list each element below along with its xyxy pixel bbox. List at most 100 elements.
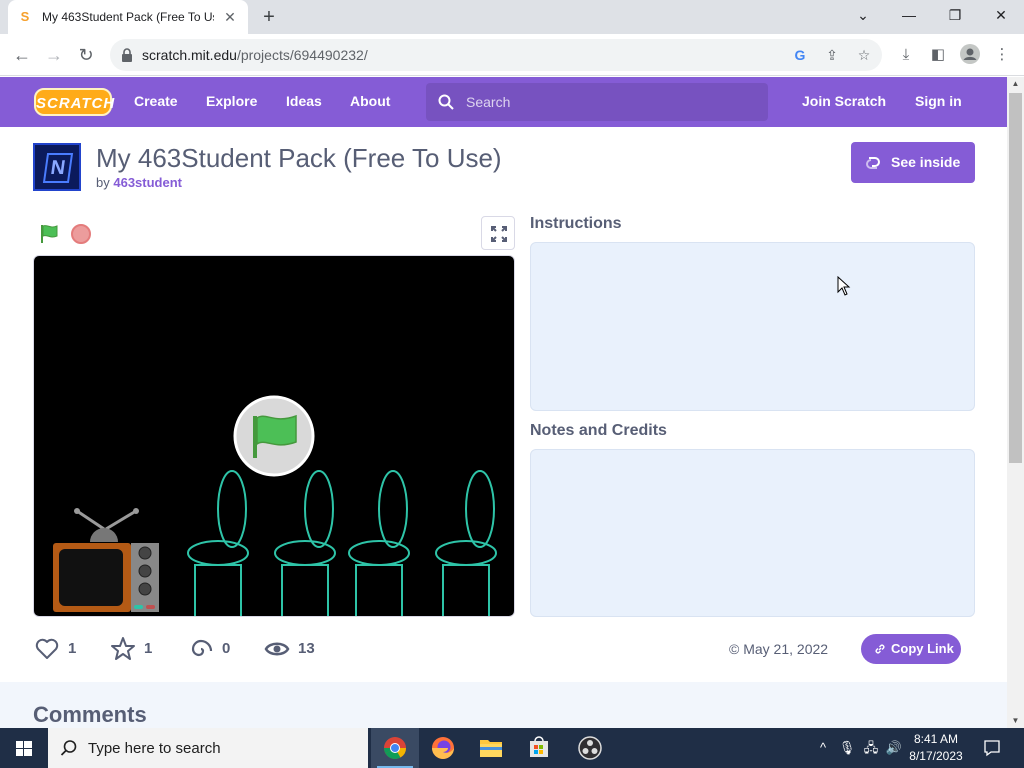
clock-time: 8:41 AM (913, 732, 959, 746)
volume-icon[interactable]: 🔊 (884, 728, 904, 768)
copy-link-button[interactable]: Copy Link (861, 634, 961, 664)
fullscreen-icon (491, 226, 507, 242)
tab-search-chevron-icon[interactable]: ⌄ (840, 0, 886, 30)
close-window-button[interactable]: ✕ (978, 0, 1024, 30)
scratch-favicon-icon: S (20, 9, 30, 24)
lock-icon[interactable] (120, 47, 134, 63)
close-tab-icon[interactable]: ✕ (222, 9, 238, 25)
instructions-box (530, 242, 975, 411)
mouse-cursor-icon (837, 276, 851, 296)
eye-icon (264, 642, 290, 656)
author-link[interactable]: 463student (113, 175, 182, 190)
notes-heading: Notes and Credits (530, 422, 667, 439)
taskbar-obs[interactable] (566, 728, 614, 768)
comments-heading: Comments (33, 702, 147, 727)
taskbar-chrome[interactable] (371, 728, 419, 768)
address-bar[interactable]: scratch.mit.edu/projects/694490232/ G ⇪ … (110, 39, 882, 71)
comments-section: Comments (0, 682, 1007, 728)
microphone-icon[interactable]: 🎙 (838, 728, 856, 768)
firefox-icon (432, 737, 454, 759)
back-button[interactable]: ← (10, 43, 34, 67)
page-scrollbar[interactable]: ▲ ▼ (1007, 77, 1024, 728)
network-icon[interactable]: 🖧 (860, 728, 882, 768)
taskbar-clock[interactable]: 8:41 AM 8/17/2023 (904, 731, 968, 765)
fullscreen-button[interactable] (481, 216, 515, 250)
link-icon (875, 644, 885, 654)
nav-explore[interactable]: Explore (206, 93, 257, 109)
windows-taskbar: Type here to search ^ 🎙 🖧 🔊 8:41 AM 8/17… (0, 728, 1024, 768)
restore-button[interactable]: ❐ (932, 0, 978, 30)
tv-sprite (53, 508, 159, 612)
remix-spiral-icon (191, 639, 213, 657)
minimize-button[interactable]: — (886, 0, 932, 30)
heart-icon (35, 638, 59, 659)
taskbar-store[interactable] (515, 728, 563, 768)
remix-arrows-icon (866, 157, 880, 169)
share-icon[interactable]: ⇪ (822, 45, 842, 65)
nav-create[interactable]: Create (134, 93, 178, 109)
google-icon[interactable]: G (790, 45, 810, 65)
search-placeholder: Search (466, 94, 511, 110)
windows-logo-icon (16, 741, 32, 756)
author-avatar[interactable]: N (33, 143, 81, 191)
search-input[interactable]: Search (426, 83, 768, 121)
love-count: 1 (68, 640, 77, 657)
obs-icon (578, 736, 602, 760)
nav-ideas[interactable]: Ideas (286, 93, 322, 109)
see-inside-label: See inside (891, 154, 961, 170)
see-inside-button[interactable]: See inside (851, 142, 975, 183)
project-stage[interactable] (33, 255, 515, 617)
chair-sprites (187, 470, 497, 616)
bookmark-star-icon[interactable]: ☆ (854, 45, 874, 65)
avatar-n-glyph: N (42, 153, 74, 183)
chrome-icon (384, 737, 406, 759)
taskbar-search-input[interactable]: Type here to search (48, 728, 368, 768)
url-text: scratch.mit.edu/projects/694490232/ (142, 47, 368, 63)
project-title: My 463Student Pack (Free To Use) (96, 143, 502, 173)
remix-stat: 0 (188, 636, 248, 662)
taskbar-search-placeholder: Type here to search (88, 740, 221, 757)
browser-tab-strip: S My 463Student Pack (Free To Use) ✕ + ⌄… (0, 0, 1024, 34)
join-scratch-link[interactable]: Join Scratch (802, 93, 886, 109)
side-panel-icon[interactable]: ◧ (927, 44, 949, 66)
notifications-icon[interactable] (980, 728, 1004, 768)
scroll-up-arrow-icon[interactable]: ▲ (1007, 77, 1024, 91)
folder-icon (480, 740, 502, 757)
forward-button[interactable]: → (42, 43, 66, 67)
search-icon (438, 94, 454, 110)
start-flag-overlay-icon[interactable] (233, 395, 315, 477)
chat-bubble-icon (984, 740, 1000, 757)
taskbar-file-explorer[interactable] (467, 728, 515, 768)
scroll-thumb[interactable] (1009, 93, 1022, 463)
taskbar-firefox[interactable] (419, 728, 467, 768)
start-button[interactable] (0, 728, 48, 768)
scroll-down-arrow-icon[interactable]: ▼ (1007, 714, 1024, 728)
notes-box (530, 449, 975, 617)
show-hidden-icons-chevron-icon[interactable]: ^ (814, 728, 832, 768)
browser-tab[interactable]: S My 463Student Pack (Free To Use) ✕ (8, 0, 248, 34)
scratch-logo[interactable]: SCRATCH (34, 88, 114, 116)
reload-button[interactable]: ↻ (74, 43, 98, 67)
download-icon[interactable]: ⤓ (895, 44, 917, 66)
browser-menu-icon[interactable]: ⋮ (991, 44, 1013, 66)
nav-about[interactable]: About (350, 93, 390, 109)
love-stat[interactable]: 1 (34, 636, 94, 662)
favorite-count: 1 (144, 640, 153, 657)
profile-avatar-icon[interactable] (959, 44, 981, 66)
clock-date: 8/17/2023 (909, 749, 963, 763)
store-bag-icon (530, 736, 548, 757)
green-flag-icon[interactable] (37, 222, 61, 246)
new-tab-button[interactable]: + (258, 6, 280, 28)
scratch-navbar: SCRATCH Create Explore Ideas About Searc… (0, 77, 1007, 127)
star-icon (111, 637, 135, 660)
project-date: © May 21, 2022 (729, 641, 829, 657)
favorite-stat[interactable]: 1 (110, 636, 170, 662)
remix-count: 0 (222, 640, 231, 657)
views-count: 13 (298, 640, 315, 657)
stage-scene (53, 395, 497, 616)
instructions-heading: Instructions (530, 215, 622, 232)
project-byline: by 463student (96, 175, 182, 190)
views-stat: 13 (264, 636, 324, 662)
sign-in-link[interactable]: Sign in (915, 93, 962, 109)
stop-button[interactable] (71, 224, 91, 244)
